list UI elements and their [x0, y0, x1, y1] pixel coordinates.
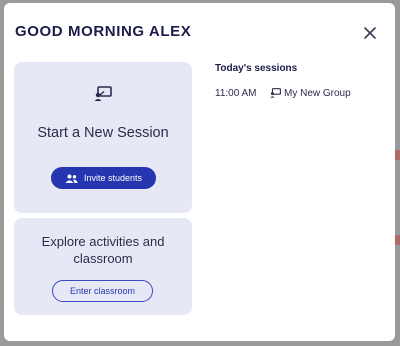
close-icon — [364, 27, 376, 39]
session-name: My New Group — [284, 87, 351, 99]
explore-card: Explore activities and classroom Enter c… — [14, 218, 192, 315]
session-list-item[interactable]: 11:00 AM My New Group — [215, 86, 351, 100]
session-screen-icon — [270, 88, 281, 98]
explore-title: Explore activities and classroom — [41, 234, 165, 266]
close-button[interactable] — [361, 24, 379, 42]
greeting-dialog: GOOD MORNING ALEX Start a New Session In… — [4, 3, 395, 341]
invite-students-label: Invite students — [83, 173, 143, 183]
dialog-title: GOOD MORNING ALEX — [15, 23, 192, 40]
enter-classroom-button[interactable]: Enter classroom — [52, 280, 153, 302]
todays-sessions-heading: Today's sessions — [215, 63, 298, 74]
start-session-card: Start a New Session Invite students — [14, 62, 192, 213]
session-time: 11:00 AM — [215, 87, 257, 99]
session-screen-icon — [94, 86, 112, 101]
invite-students-button[interactable]: Invite students — [51, 167, 156, 189]
start-session-title: Start a New Session — [37, 125, 169, 141]
people-icon — [65, 174, 78, 183]
